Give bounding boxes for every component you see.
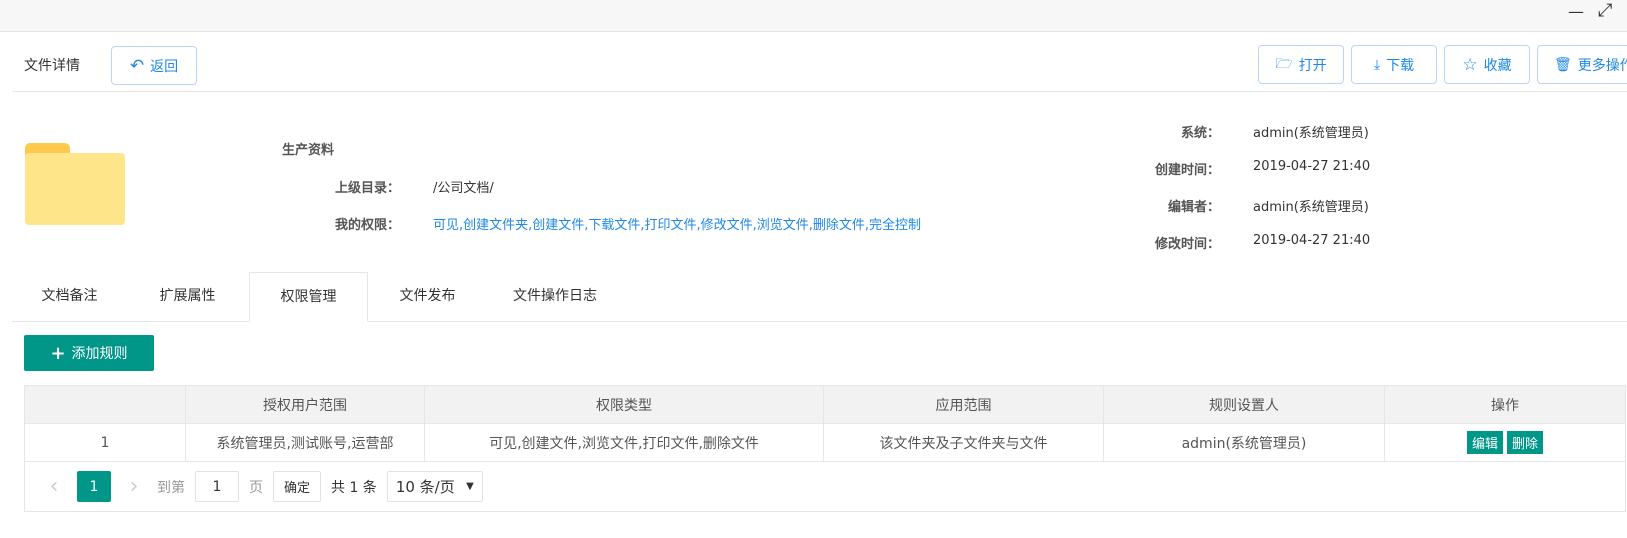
column-header-index	[24, 385, 186, 424]
file-name: 生产资料	[282, 143, 335, 158]
row-scope: 该文件夹及子文件夹与文件	[823, 423, 1104, 462]
minimize-button[interactable]: —	[1568, 2, 1584, 21]
parent-dir-value: /公司文档/	[433, 181, 494, 196]
download-button[interactable]: ⤓ 下载	[1351, 45, 1437, 84]
my-permissions-value: 可见,创建文件夹,创建文件,下载文件,打印文件,修改文件,浏览文件,删除文件,完…	[433, 218, 922, 233]
favorite-button[interactable]: ☆ 收藏	[1444, 45, 1530, 84]
page-number-input[interactable]: 1	[195, 471, 239, 502]
trash-icon: 🗑	[1554, 56, 1572, 73]
star-icon: ☆	[1462, 54, 1478, 75]
tab-extended-attributes[interactable]: 扩展属性	[130, 272, 245, 322]
folder-icon	[25, 143, 125, 225]
table-row: 1 系统管理员,测试账号,运营部 可见,创建文件,浏览文件,打印文件,删除文件 …	[24, 423, 1626, 462]
row-type: 可见,创建文件,浏览文件,打印文件,删除文件	[424, 423, 824, 462]
undo-icon: ↶	[129, 55, 145, 76]
delete-button[interactable]: 删除	[1507, 431, 1544, 454]
tab-operation-log[interactable]: 文件操作日志	[490, 272, 620, 322]
divider	[12, 91, 1627, 92]
prev-page-button[interactable]: ‹	[41, 474, 67, 499]
download-icon: ⤓	[1373, 56, 1381, 73]
created-value: 2019-04-27 21:40	[1253, 159, 1371, 174]
plus-icon: +	[50, 342, 66, 364]
column-header-actions: 操作	[1384, 385, 1626, 424]
row-users: 系统管理员,测试账号,运营部	[185, 423, 425, 462]
tab-publish[interactable]: 文件发布	[370, 272, 485, 322]
next-page-button[interactable]: ›	[121, 474, 147, 499]
more-actions-button[interactable]: 🗑 更多操作	[1537, 45, 1627, 84]
window-titlebar	[0, 0, 1627, 32]
modified-label: 修改时间：	[1154, 237, 1220, 252]
editor-value: admin(系统管理员)	[1253, 200, 1369, 215]
edit-button[interactable]: 编辑	[1466, 431, 1503, 454]
row-actions: 编辑 删除	[1384, 423, 1626, 462]
row-setter: admin(系统管理员)	[1103, 423, 1385, 462]
dropdown-arrow-icon: ▼	[466, 481, 474, 492]
table-header-row: 授权用户范围 权限类型 应用范围 规则设置人 操作	[24, 385, 1626, 424]
page-unit-label: 页	[249, 479, 263, 496]
back-button[interactable]: ↶ 返回	[111, 46, 197, 85]
column-header-type: 权限类型	[424, 385, 824, 424]
total-count: 共 1 条	[331, 479, 377, 496]
column-header-scope: 应用范围	[823, 385, 1104, 424]
system-value: admin(系统管理员)	[1253, 126, 1369, 141]
confirm-page-button[interactable]: 确定	[273, 471, 321, 502]
tab-notes[interactable]: 文档备注	[12, 272, 127, 322]
goto-label: 到第	[157, 479, 185, 496]
page-size-select[interactable]: 10 条/页 ▼	[386, 471, 483, 502]
page-1-button[interactable]: 1	[77, 471, 111, 502]
modified-value: 2019-04-27 21:40	[1253, 233, 1371, 248]
tab-permissions[interactable]: 权限管理	[249, 272, 368, 322]
add-rule-button[interactable]: + 添加规则	[24, 335, 154, 371]
page-size-value: 10 条/页	[395, 478, 455, 496]
column-header-users: 授权用户范围	[185, 385, 425, 424]
page-title: 文件详情	[24, 58, 80, 74]
created-label: 创建时间：	[1154, 163, 1220, 178]
open-button[interactable]: 🗁 打开	[1258, 45, 1344, 84]
pagination: ‹ 1 › 到第 1 页 确定 共 1 条 10 条/页 ▼	[24, 462, 1626, 512]
row-index: 1	[24, 423, 186, 462]
rules-table: 授权用户范围 权限类型 应用范围 规则设置人 操作 1 系统管理员,测试账号,运…	[24, 385, 1626, 462]
maximize-button[interactable]: ⤢	[1598, 0, 1612, 21]
system-label: 系统：	[1180, 126, 1220, 141]
folder-open-icon: 🗁	[1275, 55, 1293, 72]
my-permissions-label: 我的权限：	[334, 218, 400, 233]
parent-dir-label: 上级目录：	[334, 181, 400, 196]
editor-label: 编辑者：	[1167, 200, 1220, 215]
column-header-setter: 规则设置人	[1103, 385, 1385, 424]
